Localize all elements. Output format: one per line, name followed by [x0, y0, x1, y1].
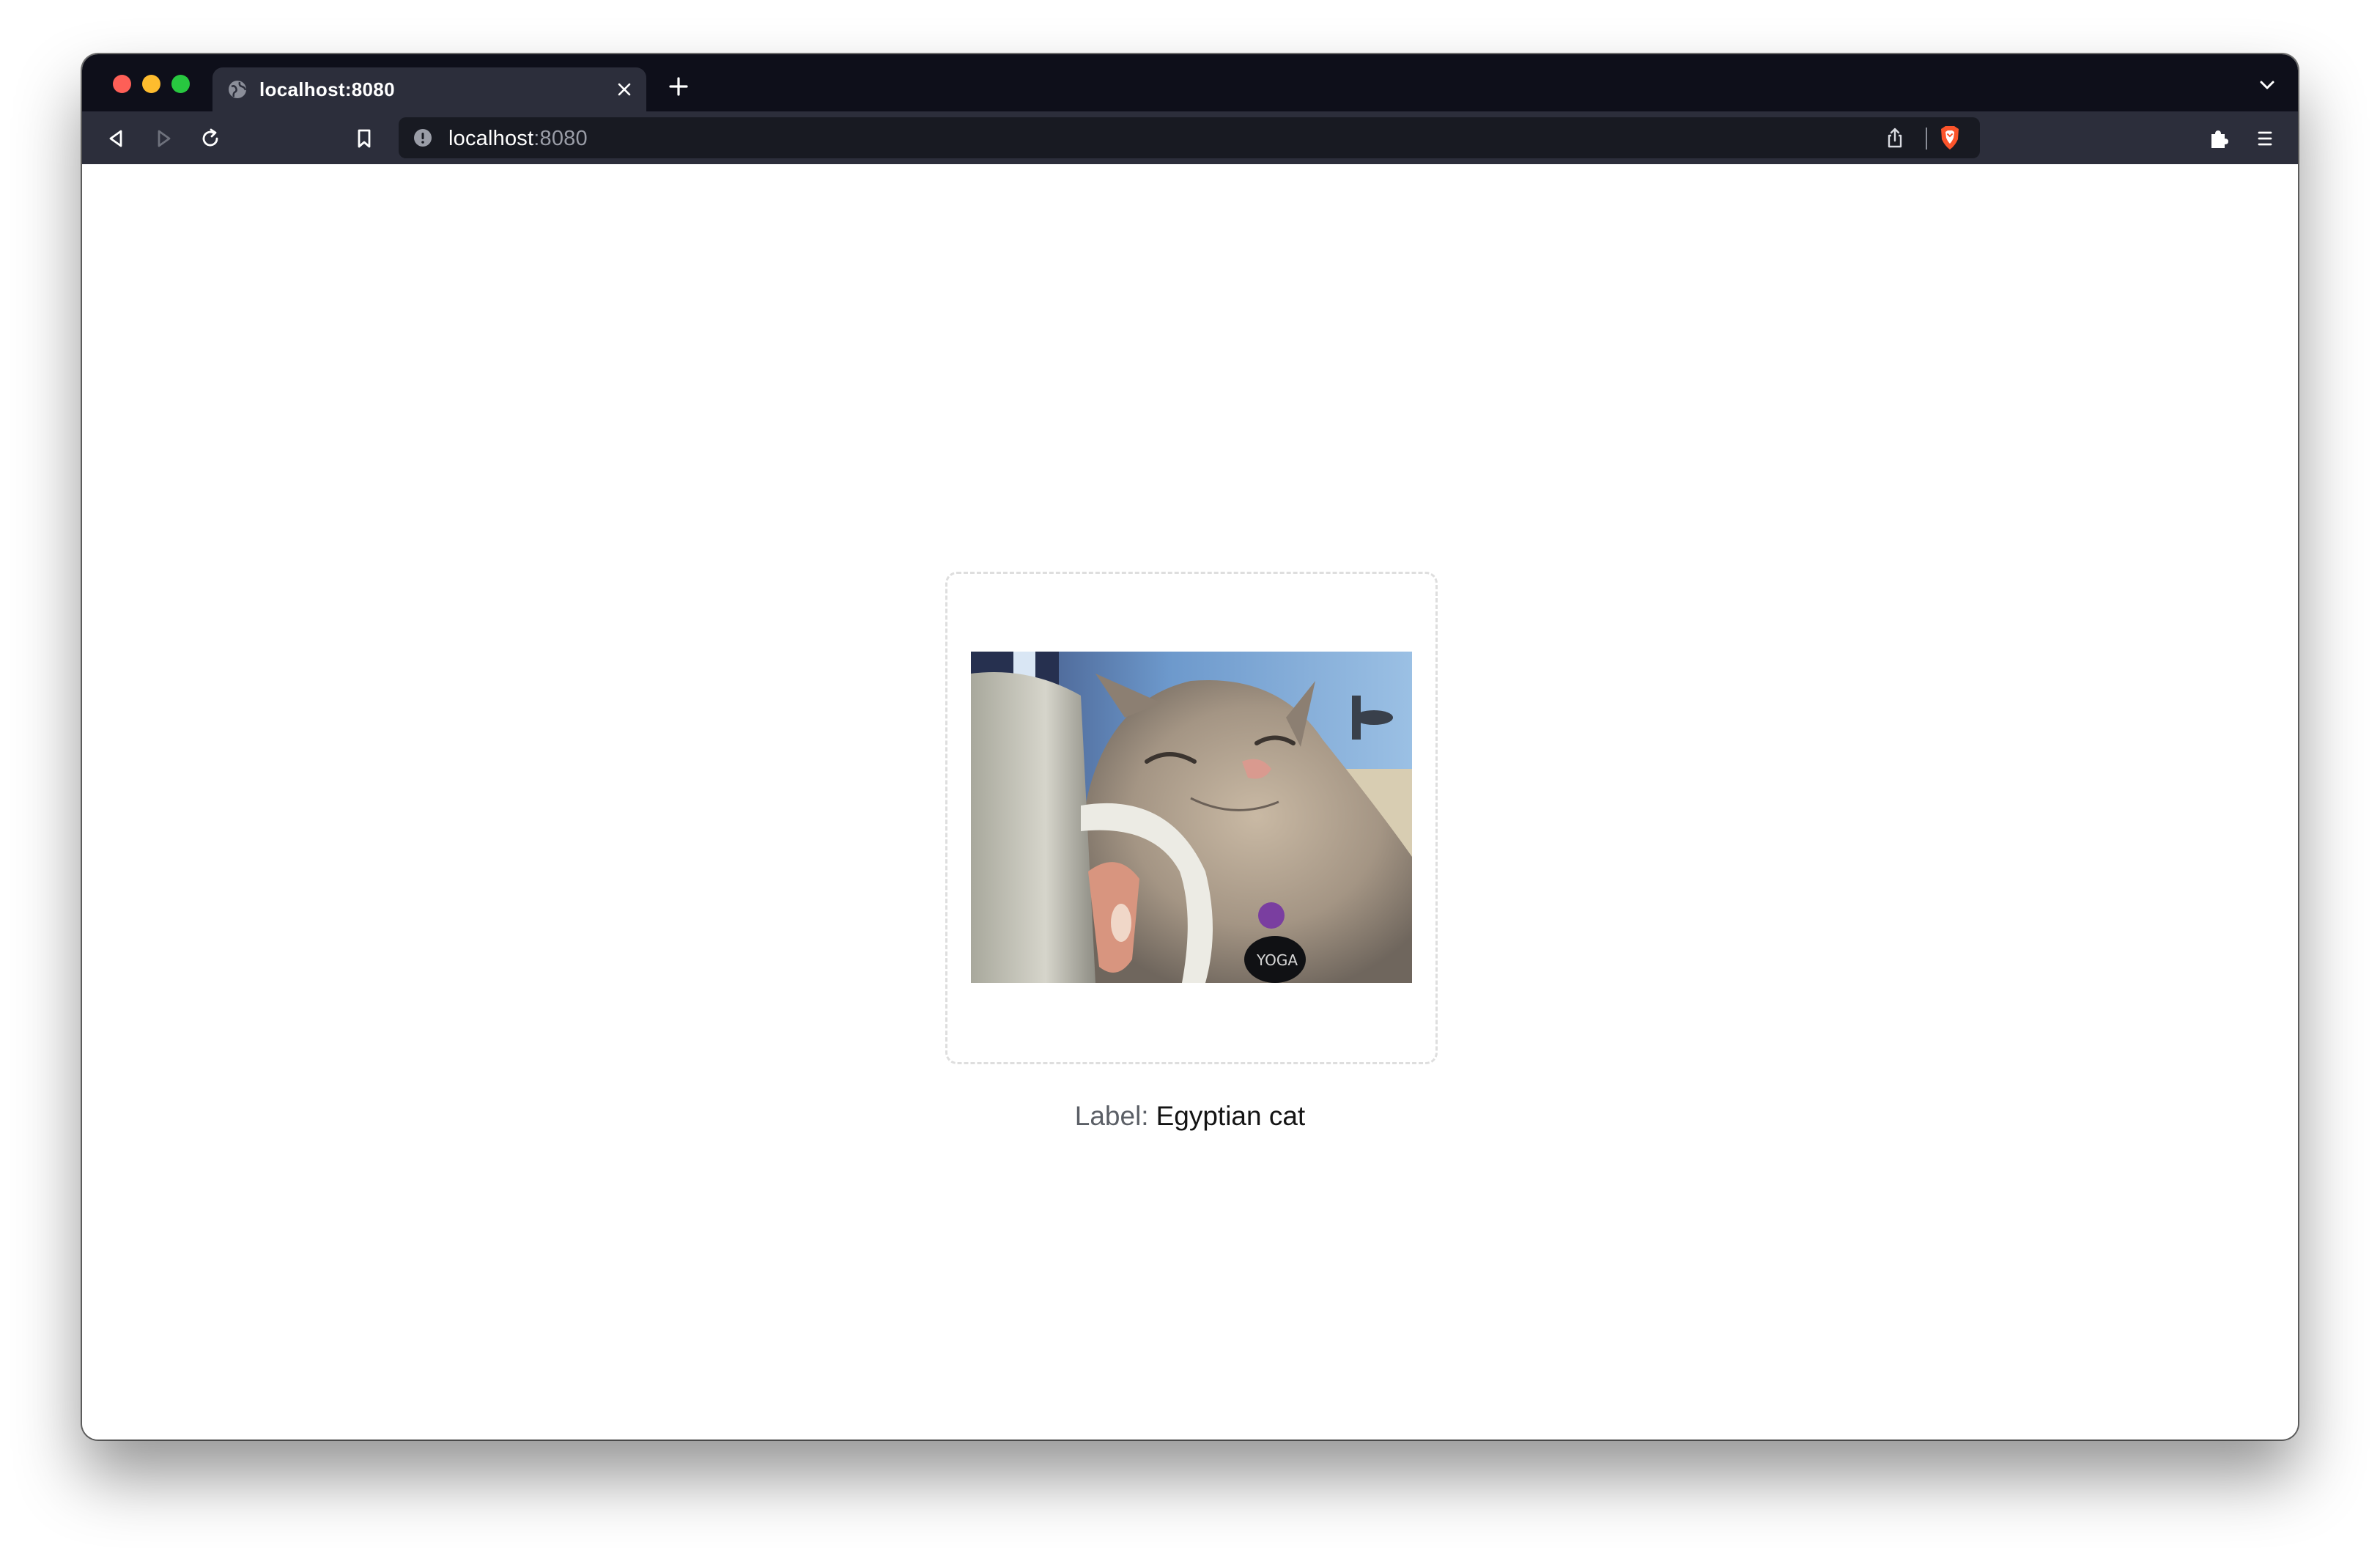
- prediction-label: Label: Egyptian cat: [82, 1101, 2298, 1132]
- share-icon[interactable]: [1883, 126, 1907, 150]
- url-host: localhost: [448, 127, 534, 150]
- url-text[interactable]: localhost:8080: [448, 127, 588, 151]
- back-icon[interactable]: [104, 126, 129, 151]
- cat-photo-illustration: YOGA: [971, 652, 1412, 983]
- zoom-window-button[interactable]: [171, 75, 190, 93]
- address-bar[interactable]: localhost:8080: [399, 117, 1980, 158]
- reload-icon[interactable]: [198, 126, 223, 151]
- info-icon[interactable]: [413, 128, 432, 147]
- new-tab-icon[interactable]: [668, 76, 689, 97]
- chevron-down-icon[interactable]: [2258, 79, 2276, 91]
- tab-title: localhost:8080: [259, 78, 395, 100]
- brave-shields-icon[interactable]: [1937, 125, 1962, 151]
- close-tab-icon[interactable]: [617, 82, 632, 97]
- cat-tag-engraving: YOGA: [1256, 951, 1298, 969]
- forward-icon[interactable]: [151, 126, 176, 151]
- cat-photo: YOGA: [971, 652, 1412, 983]
- minimize-window-button[interactable]: [142, 75, 160, 93]
- url-divider: [1926, 128, 1927, 150]
- close-window-button[interactable]: [113, 75, 131, 93]
- url-port: :8080: [533, 127, 588, 150]
- image-dropzone[interactable]: YOGA: [945, 572, 1438, 1064]
- page-content: YOGA Label: Egyptian cat: [82, 164, 2298, 1440]
- label-key: Label:: [1074, 1101, 1149, 1131]
- tab-strip: localhost:8080: [82, 54, 2298, 111]
- extensions-icon[interactable]: [2206, 126, 2231, 151]
- navigation-toolbar: localhost:8080: [82, 111, 2298, 164]
- browser-window: localhost:8080 localhost:8080 YOGA Label…: [82, 54, 2298, 1440]
- tab-localhost[interactable]: localhost:8080: [212, 67, 646, 111]
- bookmark-icon[interactable]: [352, 126, 377, 151]
- label-value: Egyptian cat: [1156, 1101, 1306, 1131]
- menu-icon[interactable]: [2252, 126, 2277, 151]
- globe-icon: [229, 81, 247, 98]
